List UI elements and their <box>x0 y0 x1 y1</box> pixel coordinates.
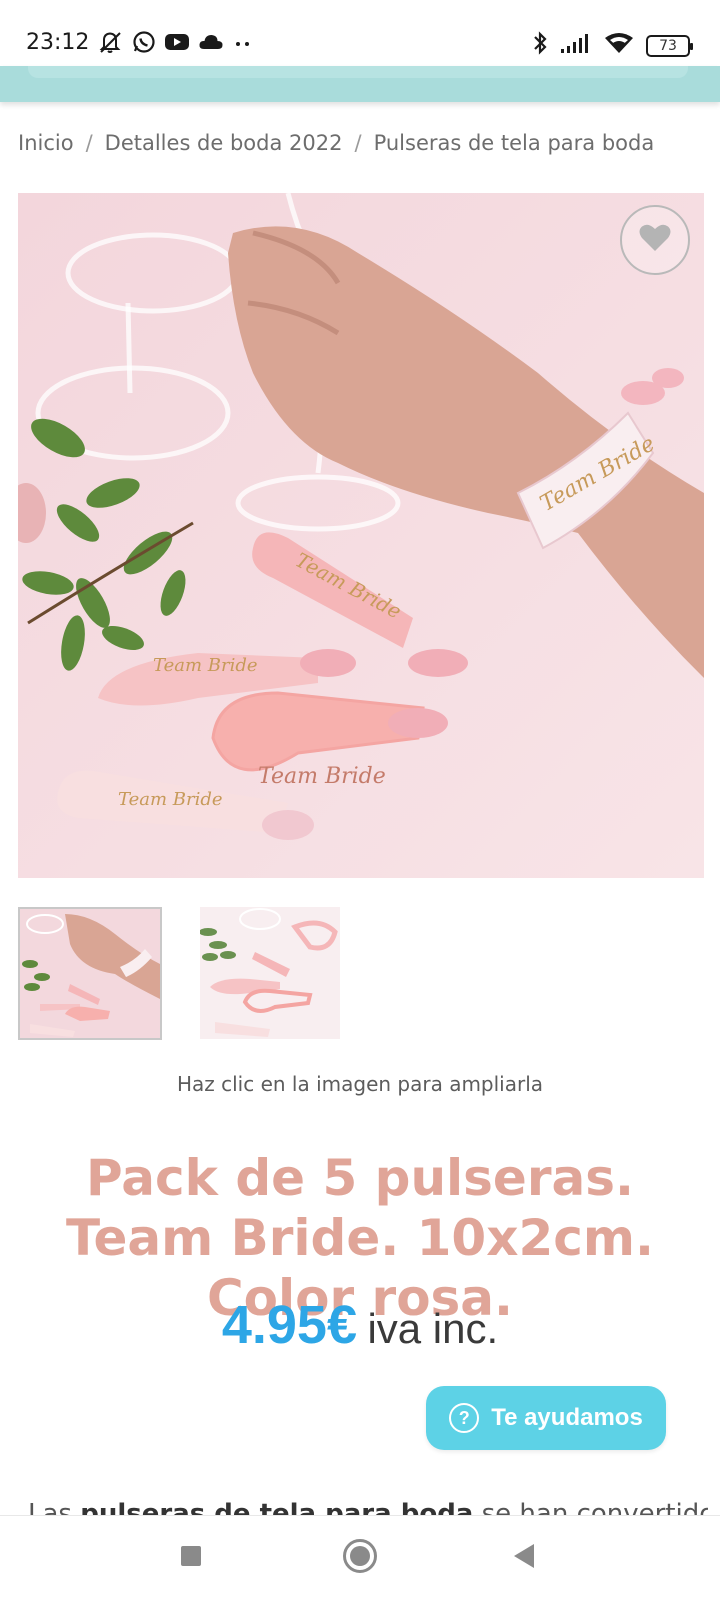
product-main-image[interactable]: Team Bride Team Bride Team Bride Team Br… <box>18 193 704 878</box>
breadcrumb-separator: / <box>354 131 362 155</box>
youtube-icon <box>164 32 190 57</box>
wishlist-button[interactable] <box>620 205 690 275</box>
product-price: 4.95€ <box>221 1295 357 1355</box>
back-button[interactable] <box>514 1544 534 1568</box>
system-nav-bar <box>0 1515 720 1600</box>
thumbnail-1-image <box>20 909 160 1038</box>
help-chat-button[interactable]: ? Te ayudamos <box>426 1386 666 1450</box>
breadcrumb-separator: / <box>85 131 93 155</box>
breadcrumb-current: Pulseras de tela para boda <box>373 131 655 155</box>
heart-icon <box>638 223 672 258</box>
wifi-icon <box>604 32 634 59</box>
question-icon: ? <box>449 1403 480 1433</box>
breadcrumb: Inicio / Detalles de boda 2022 / Pulsera… <box>18 131 654 155</box>
status-left-icons <box>98 30 254 59</box>
zoom-hint: Haz clic en la imagen para ampliarla <box>176 1072 544 1096</box>
band-label-2: Team Bride <box>153 655 258 676</box>
signal-icon <box>560 32 592 59</box>
thumbnail-2-image <box>200 907 340 1039</box>
more-dots-icon <box>232 36 254 54</box>
product-photo: Team Bride Team Bride Team Bride Team Br… <box>18 193 704 878</box>
recent-apps-button[interactable] <box>181 1546 201 1566</box>
cloud-icon <box>198 33 224 56</box>
status-time: 23:12 <box>26 30 90 55</box>
thumbnail-1[interactable] <box>18 907 162 1040</box>
help-button-label: Te ayudamos <box>491 1404 643 1431</box>
whatsapp-icon <box>132 30 156 59</box>
band-label-3: Team Bride <box>258 764 386 789</box>
status-bar: 23:12 73 <box>0 0 720 66</box>
site-header <box>0 66 720 102</box>
thumbnail-2[interactable] <box>200 907 340 1039</box>
price-tax-note: iva inc. <box>367 1305 499 1352</box>
home-button[interactable] <box>343 1539 377 1573</box>
price-row: 4.95€ iva inc. <box>0 1294 720 1356</box>
breadcrumb-home[interactable]: Inicio <box>18 131 74 155</box>
battery-icon: 73 <box>646 34 693 57</box>
header-search-area[interactable] <box>28 66 688 78</box>
band-label-4: Team Bride <box>118 789 223 810</box>
breadcrumb-category[interactable]: Detalles de boda 2022 <box>105 131 343 155</box>
bluetooth-icon <box>532 30 548 61</box>
mute-bell-icon <box>98 30 124 59</box>
status-right-icons: 73 <box>532 30 693 61</box>
